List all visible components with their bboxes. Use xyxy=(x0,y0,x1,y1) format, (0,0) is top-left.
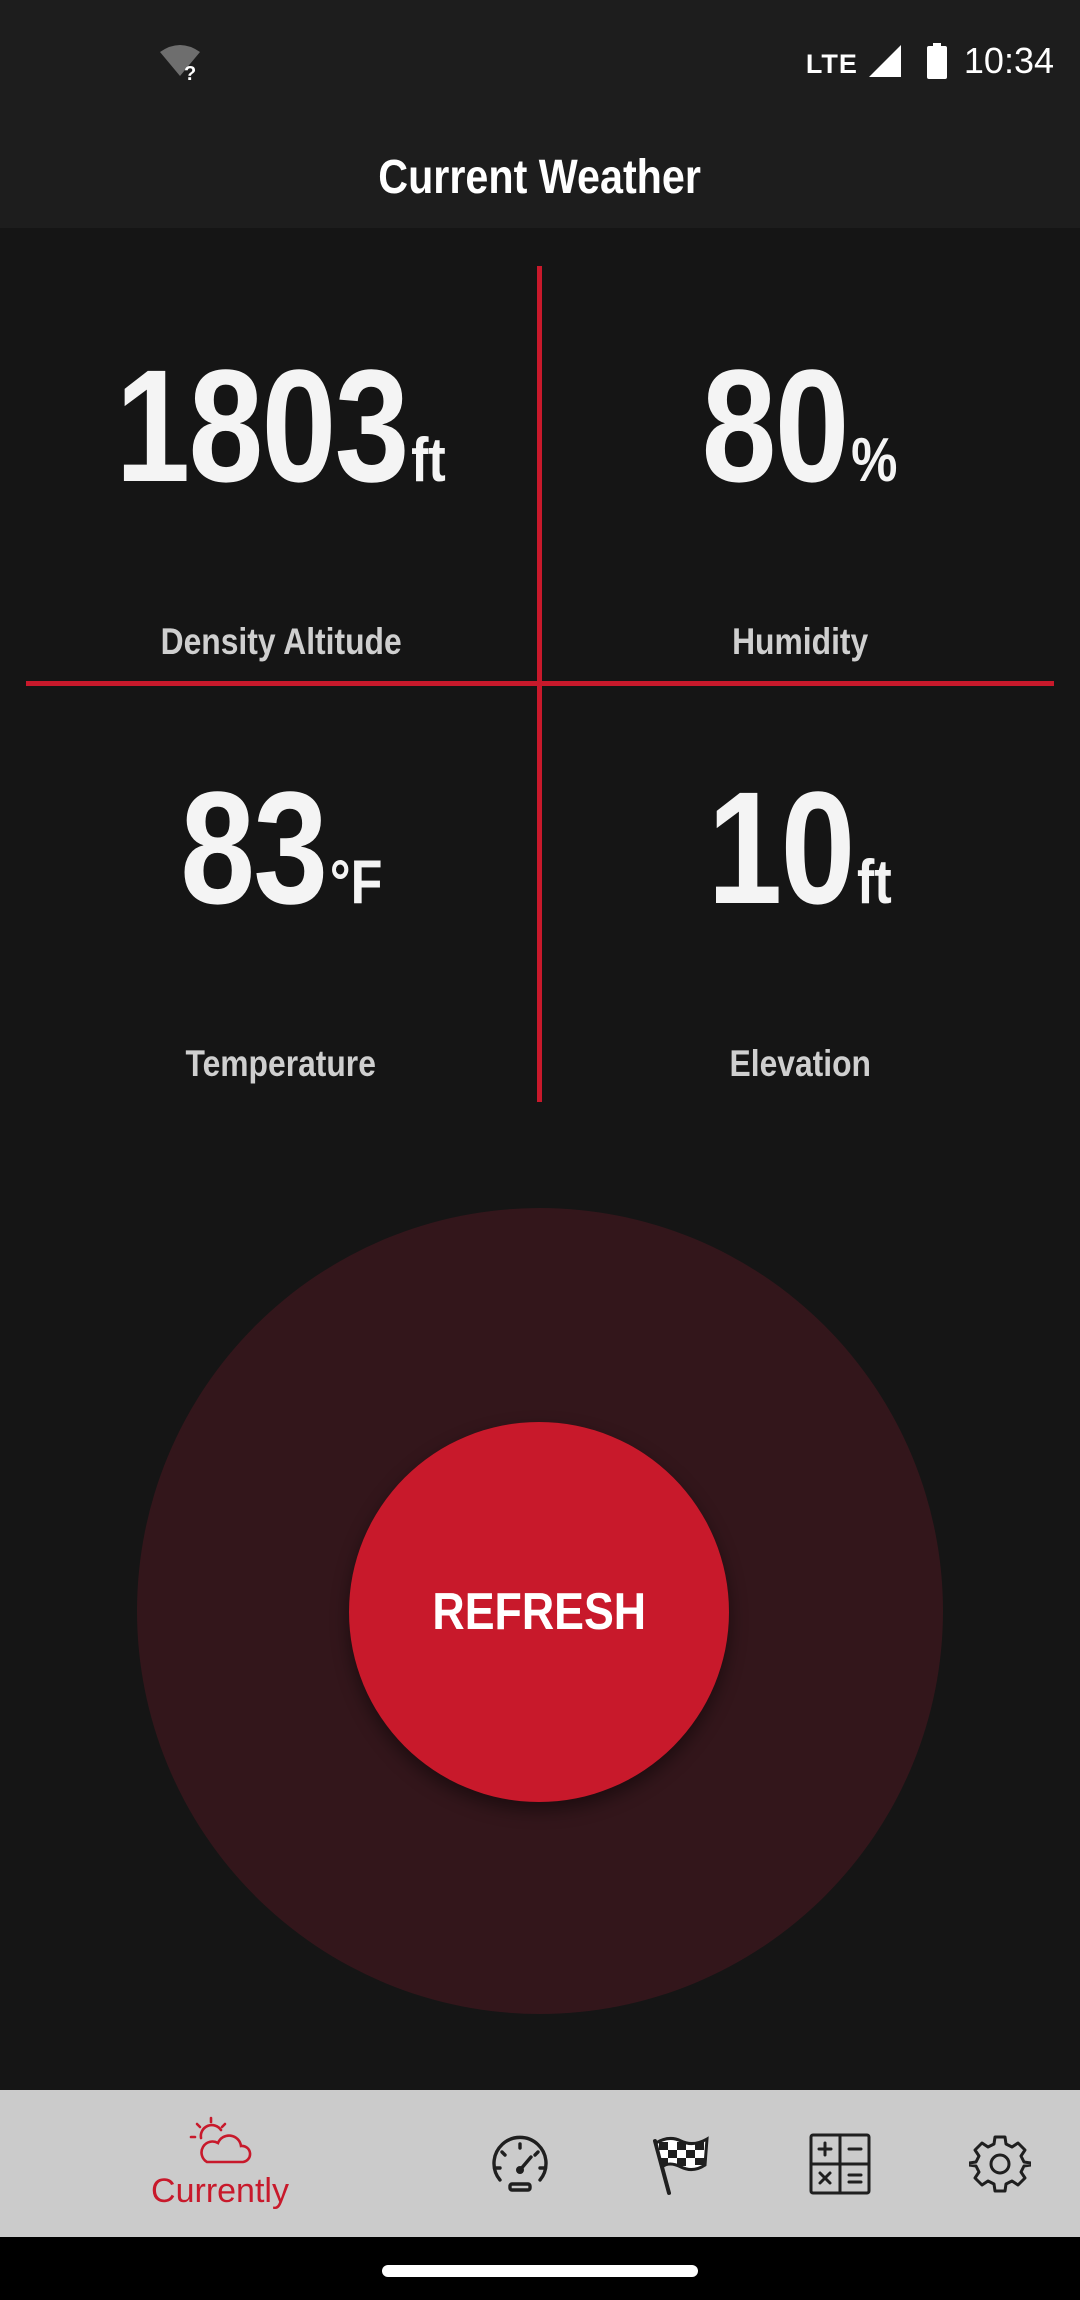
battery-icon xyxy=(926,43,947,79)
metric-value: 1803ft xyxy=(23,346,539,506)
metric-value: 83°F xyxy=(23,768,539,928)
metric-value: 80% xyxy=(542,346,1058,506)
wifi-unknown-icon: ? xyxy=(160,45,200,82)
app-screen: ? LTE 10:34 Current Weather 1803ft Densi… xyxy=(0,0,1080,2300)
density-altitude-value: 1803 xyxy=(115,336,410,515)
humidity-value: 80 xyxy=(702,336,850,515)
temperature-unit: °F xyxy=(329,848,383,917)
app-header: Current Weather xyxy=(0,122,1080,228)
nav-label-currently: Currently xyxy=(151,2172,289,2210)
metric-temperature: 83°F Temperature xyxy=(23,713,539,1113)
status-time: 10:34 xyxy=(963,40,1054,81)
refresh-button[interactable]: REFRESH xyxy=(349,1422,729,1802)
gear-icon xyxy=(969,2135,1031,2192)
bottom-nav: Currently xyxy=(0,2090,1080,2237)
speedometer-icon xyxy=(492,2135,548,2192)
humidity-label: Humidity xyxy=(731,621,869,662)
checkered-flag-icon xyxy=(653,2135,709,2195)
nav-item-currently[interactable]: Currently xyxy=(120,2090,320,2237)
elevation-label: Elevation xyxy=(729,1043,871,1084)
temperature-value: 83 xyxy=(179,758,328,937)
calculator-icon xyxy=(809,2133,871,2194)
page-title: Current Weather xyxy=(378,150,702,204)
metric-elevation: 10ft Elevation xyxy=(542,713,1058,1113)
metric-value: 10ft xyxy=(542,768,1058,928)
elevation-value: 10 xyxy=(707,758,856,937)
density-altitude-unit: ft xyxy=(411,426,447,495)
nav-item-race[interactable] xyxy=(630,2090,730,2237)
humidity-unit: % xyxy=(851,426,898,495)
refresh-label: REFRESH xyxy=(432,1583,646,1641)
density-altitude-label: Density Altitude xyxy=(160,621,402,662)
status-indicators: LTE 10:34 xyxy=(806,36,1054,86)
nav-item-speedometer[interactable] xyxy=(470,2090,570,2237)
nav-item-settings[interactable] xyxy=(950,2090,1050,2237)
temperature-label: Temperature xyxy=(185,1043,377,1084)
metric-humidity: 80% Humidity xyxy=(542,291,1058,691)
status-bar: ? LTE 10:34 xyxy=(0,0,1080,122)
elevation-unit: ft xyxy=(857,848,893,917)
nav-item-calculator[interactable] xyxy=(790,2090,890,2237)
metric-density-altitude: 1803ft Density Altitude xyxy=(23,291,539,691)
network-type: LTE xyxy=(805,48,858,79)
partly-sunny-icon xyxy=(189,2116,252,2164)
home-gesture-handle[interactable] xyxy=(382,2265,698,2277)
svg-text:?: ? xyxy=(184,63,196,82)
cell-signal-icon xyxy=(868,45,901,77)
